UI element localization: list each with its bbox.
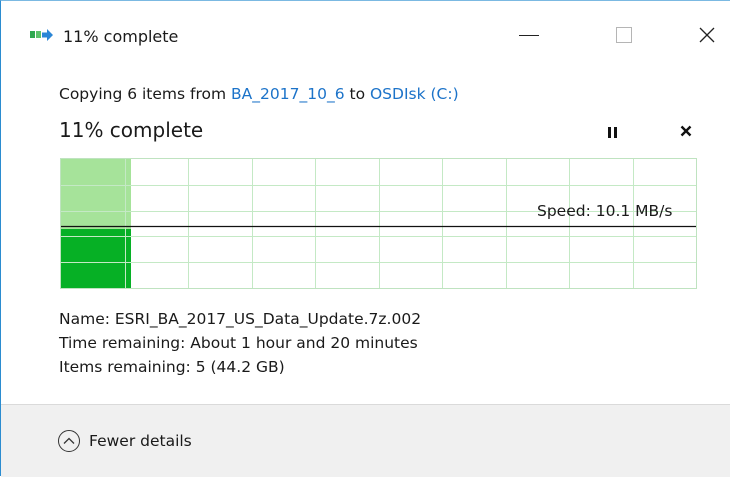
pause-icon bbox=[607, 126, 611, 138]
time-remaining-value: About 1 hour and 20 minutes bbox=[190, 334, 418, 352]
copy-progress-window: 11% complete Copying 6 items from BA_201… bbox=[0, 0, 730, 477]
maximize-icon bbox=[616, 27, 632, 43]
cancel-button[interactable] bbox=[673, 119, 699, 143]
minimize-icon bbox=[519, 34, 539, 36]
throughput-area bbox=[61, 229, 131, 288]
name-value: ESRI_BA_2017_US_Data_Update.7z.002 bbox=[114, 310, 422, 328]
maximize-button[interactable] bbox=[601, 13, 647, 57]
detail-row-name: Name: ESRI_BA_2017_US_Data_Update.7z.002 bbox=[59, 307, 421, 331]
title-bar[interactable]: 11% complete bbox=[1, 1, 730, 63]
transfer-details: Name: ESRI_BA_2017_US_Data_Update.7z.002… bbox=[59, 307, 421, 379]
chevron-up-circle-icon bbox=[58, 430, 80, 452]
fewer-details-button[interactable]: Fewer details bbox=[58, 429, 192, 453]
fewer-details-label: Fewer details bbox=[89, 432, 192, 450]
pause-button[interactable] bbox=[599, 121, 625, 143]
detail-row-items: Items remaining: 5 (44.2 GB) bbox=[59, 355, 421, 379]
pause-icon-bar bbox=[613, 126, 617, 138]
detail-row-time: Time remaining: About 1 hour and 20 minu… bbox=[59, 331, 421, 355]
copy-transfer-icon bbox=[30, 29, 53, 41]
transfer-speed-graph bbox=[60, 158, 697, 289]
footer-bar: Fewer details bbox=[1, 404, 730, 477]
close-window-button[interactable] bbox=[684, 13, 730, 57]
close-icon bbox=[680, 125, 692, 137]
window-title: 11% complete bbox=[63, 27, 179, 46]
copy-middle: to bbox=[344, 85, 370, 103]
copy-description: Copying 6 items from BA_2017_10_6 to OSD… bbox=[59, 84, 459, 104]
speed-label: Speed: 10.1 MB/s bbox=[537, 202, 673, 220]
close-icon bbox=[699, 27, 715, 43]
progress-percent-label: 11% complete bbox=[59, 118, 204, 142]
time-remaining-label: Time remaining: bbox=[59, 334, 191, 352]
name-label: Name: bbox=[59, 310, 115, 328]
source-folder-link[interactable]: BA_2017_10_6 bbox=[231, 85, 345, 103]
copy-prefix: Copying 6 items from bbox=[59, 85, 232, 103]
destination-drive-link[interactable]: OSDIsk (C:) bbox=[370, 85, 459, 103]
items-remaining-label: Items remaining: bbox=[59, 358, 196, 376]
minimize-button[interactable] bbox=[506, 13, 552, 57]
chevron-up-icon bbox=[63, 437, 75, 444]
speed-graph-canvas bbox=[61, 159, 696, 288]
items-remaining-value: 5 (44.2 GB) bbox=[195, 358, 285, 376]
